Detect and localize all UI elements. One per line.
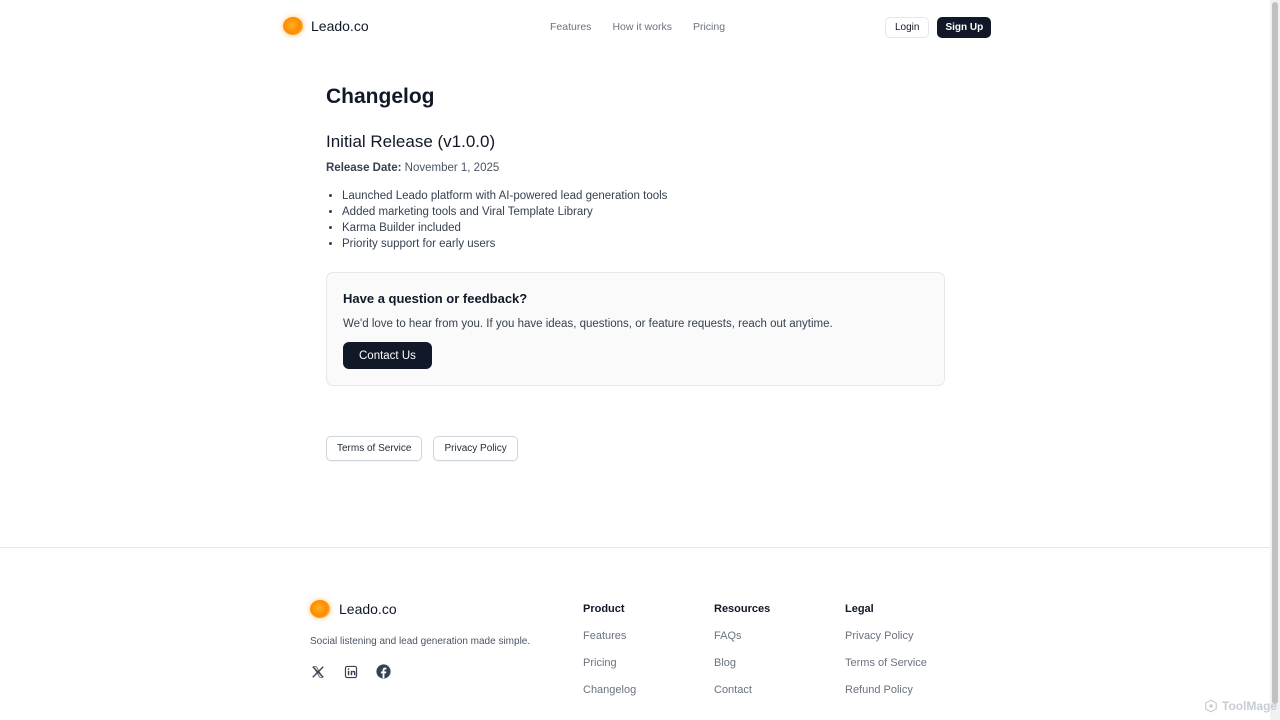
footer-link-features[interactable]: Features <box>583 629 636 643</box>
login-button[interactable]: Login <box>885 17 930 38</box>
social-links <box>309 663 392 680</box>
footer-divider <box>0 547 1270 548</box>
main-nav: Features How it works Pricing <box>550 21 725 33</box>
footer-column-legal: Legal Privacy Policy Terms of Service Re… <box>845 602 927 697</box>
footer-link-terms-of-service[interactable]: Terms of Service <box>845 656 927 670</box>
footer-brand[interactable]: Leado.co <box>310 600 397 618</box>
toolmage-logo-icon <box>1205 699 1217 713</box>
terms-of-service-button[interactable]: Terms of Service <box>326 436 423 461</box>
contact-us-button[interactable]: Contact Us <box>343 342 432 369</box>
footer-link-refund-policy[interactable]: Refund Policy <box>845 683 927 697</box>
footer-column-title: Product <box>583 603 625 615</box>
auth-buttons: Login Sign Up <box>885 17 992 38</box>
brand-name: Leado.co <box>311 18 369 34</box>
site-header: Leado.co Features How it works Pricing L… <box>0 0 1270 54</box>
footer-column-product: Product Features Pricing Changelog <box>583 602 636 697</box>
x-icon[interactable] <box>309 663 326 680</box>
footer-link-contact[interactable]: Contact <box>714 683 770 697</box>
page-scrollbar[interactable] <box>1270 0 1280 720</box>
leado-logo-icon <box>283 17 303 35</box>
footer-link-faqs[interactable]: FAQs <box>714 629 770 643</box>
privacy-policy-button[interactable]: Privacy Policy <box>433 436 518 461</box>
scrollbar-thumb[interactable] <box>1272 2 1278 704</box>
list-item: Added marketing tools and Viral Template… <box>342 204 945 220</box>
release-date-label: Release Date: <box>326 162 402 174</box>
leado-logo-icon <box>310 600 330 618</box>
signup-button[interactable]: Sign Up <box>937 17 992 38</box>
page-title: Changelog <box>326 85 435 108</box>
nav-link-how-it-works[interactable]: How it works <box>612 21 672 33</box>
list-item: Launched Leado platform with AI-powered … <box>342 188 945 204</box>
footer-column-resources: Resources FAQs Blog Contact <box>714 602 770 697</box>
feedback-card: Have a question or feedback? We'd love t… <box>326 272 945 386</box>
feedback-title: Have a question or feedback? <box>343 291 528 306</box>
footer-link-changelog[interactable]: Changelog <box>583 683 636 697</box>
list-item: Priority support for early users <box>342 236 945 252</box>
facebook-icon[interactable] <box>375 663 392 680</box>
changelog-main: Changelog Initial Release (v1.0.0) Relea… <box>326 82 945 461</box>
linkedin-icon[interactable] <box>342 663 359 680</box>
footer-link-blog[interactable]: Blog <box>714 656 770 670</box>
header-brand[interactable]: Leado.co <box>283 17 369 35</box>
footer-column-title: Resources <box>714 603 771 615</box>
footer-link-privacy-policy[interactable]: Privacy Policy <box>845 629 927 643</box>
release-title: Initial Release (v1.0.0) <box>326 132 496 151</box>
nav-link-pricing[interactable]: Pricing <box>693 21 725 33</box>
footer-column-title: Legal <box>845 603 874 615</box>
list-item: Karma Builder included <box>342 220 945 236</box>
release-date: Release Date: November 1, 2025 <box>326 160 945 176</box>
feedback-text: We'd love to hear from you. If you have … <box>343 318 833 330</box>
watermark: ToolMage <box>1204 699 1277 713</box>
release-date-value: November 1, 2025 <box>404 162 500 174</box>
legal-links: Terms of Service Privacy Policy <box>326 436 518 461</box>
watermark-text: ToolMage <box>1222 699 1278 713</box>
footer-link-pricing[interactable]: Pricing <box>583 656 636 670</box>
release-notes-list: Launched Leado platform with AI-powered … <box>326 188 945 252</box>
nav-link-features[interactable]: Features <box>550 21 591 33</box>
footer-tagline: Social listening and lead generation mad… <box>310 636 531 647</box>
footer-brand-name: Leado.co <box>339 601 397 617</box>
